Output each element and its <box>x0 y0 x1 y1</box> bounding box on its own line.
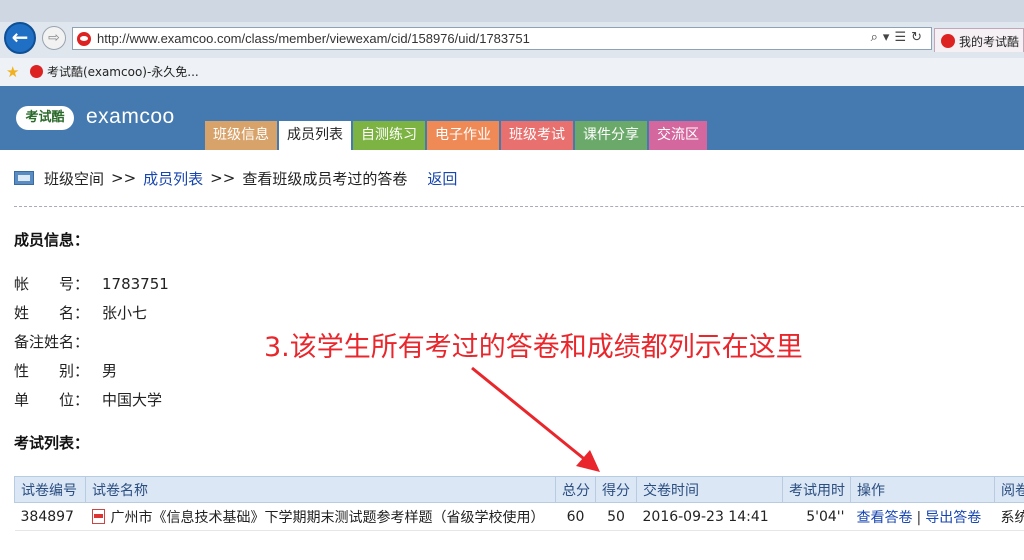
member-info-label: 性 别： <box>14 362 90 380</box>
favorite-link[interactable]: 考试酷(examcoo)-永久免... <box>30 63 199 80</box>
member-info-value: 男 <box>102 362 118 380</box>
exam-actions: 查看答卷 | 导出答卷 <box>850 502 995 531</box>
breadcrumb-current: 查看班级成员考过的答卷 <box>242 169 408 188</box>
column-header[interactable]: 总分 <box>555 476 596 503</box>
member-info-row: 性 别： 男 <box>14 360 117 381</box>
menu-item-5[interactable]: 课件分享 <box>575 121 647 150</box>
menu-item-2[interactable]: 自测练习 <box>353 121 425 150</box>
column-header[interactable]: 交卷时间 <box>636 476 783 503</box>
exam-score: 50 <box>595 502 637 531</box>
address-url: http://www.examcoo.com/class/member/view… <box>97 31 530 46</box>
member-info-value: 中国大学 <box>102 391 163 409</box>
breadcrumb: 班级空间 >> 成员列表 >> 查看班级成员考过的答卷 返回 <box>14 167 457 189</box>
breadcrumb-members-link[interactable]: 成员列表 <box>143 168 203 189</box>
exam-total: 60 <box>555 502 596 531</box>
exam-table-header: 试卷编号试卷名称总分得分交卷时间考试用时操作阅卷 <box>14 476 1024 503</box>
document-icon <box>91 508 105 524</box>
favorites-star-icon[interactable]: ★ <box>6 63 19 81</box>
tab-favicon-icon <box>941 34 955 48</box>
action-separator: | <box>916 509 922 526</box>
member-info-value: 1783751 <box>102 275 169 293</box>
member-info-row: 帐 号： 1783751 <box>14 273 169 294</box>
member-info-value: 张小七 <box>102 304 148 322</box>
breadcrumb-separator: >> <box>210 169 236 187</box>
exam-grader: 系统 <box>994 502 1024 531</box>
favorites-bar: ★ 考试酷(examcoo)-永久免... <box>0 58 1024 86</box>
member-info-row: 姓 名： 张小七 <box>14 302 147 323</box>
annotation-text: 3.该学生所有考过的答卷和成绩都列示在这里 <box>264 332 803 363</box>
view-answer-link[interactable]: 查看答卷 <box>857 510 913 526</box>
exam-name[interactable]: 广州市《信息技术基础》下学期期末测试题参考样题（省级学校使用） <box>111 510 545 526</box>
column-header[interactable]: 试卷编号 <box>14 476 86 503</box>
menu-item-4[interactable]: 班级考试 <box>501 121 573 150</box>
site-logo[interactable]: 考试酷 <box>16 106 74 130</box>
member-info-label: 帐 号： <box>14 275 90 293</box>
site-logo-text[interactable]: examcoo <box>86 105 175 129</box>
back-button[interactable]: ← <box>4 22 36 54</box>
breadcrumb-home[interactable]: 班级空间 <box>44 168 104 189</box>
menu-item-6[interactable]: 交流区 <box>649 121 707 150</box>
exam-duration: 5'04'' <box>782 502 851 531</box>
favorite-favicon-icon <box>30 65 43 78</box>
site-favicon-icon <box>77 32 91 46</box>
member-info-title: 成员信息： <box>14 231 90 249</box>
exam-name-cell[interactable]: 广州市《信息技术基础》下学期期末测试题参考样题（省级学校使用） <box>85 502 556 531</box>
menu-item-3[interactable]: 电子作业 <box>427 121 499 150</box>
column-header[interactable]: 阅卷 <box>994 476 1024 503</box>
divider <box>14 206 1024 207</box>
column-header[interactable]: 试卷名称 <box>85 476 556 503</box>
menu-item-0[interactable]: 班级信息 <box>205 121 277 150</box>
favorite-label: 考试酷(examcoo)-永久免... <box>47 65 199 79</box>
exam-table: 试卷编号试卷名称总分得分交卷时间考试用时操作阅卷 384897 广州市《信息技术基… <box>14 476 1024 531</box>
address-bar[interactable]: http://www.examcoo.com/class/member/view… <box>72 27 932 50</box>
class-space-icon <box>14 171 34 185</box>
export-answer-link[interactable]: 导出答卷 <box>925 510 981 526</box>
table-row: 384897 广州市《信息技术基础》下学期期末测试题参考样题（省级学校使用） 60 5… <box>14 502 1024 531</box>
column-header[interactable]: 操作 <box>850 476 995 503</box>
exam-list-title: 考试列表： <box>14 434 90 452</box>
address-tools-icon[interactable]: ⌕▾☰↻ <box>871 30 927 45</box>
exam-submitted: 2016-09-23 14:41 <box>636 502 783 531</box>
member-info-row: 单 位： 中国大学 <box>14 389 162 410</box>
browser-tab-label: 我的考试酷 <box>959 35 1020 49</box>
breadcrumb-separator: >> <box>111 169 137 187</box>
annotation-arrow-icon <box>471 366 600 472</box>
forward-button[interactable]: ⇨ <box>42 26 66 50</box>
member-info-row: 备注姓名： <box>14 331 102 352</box>
column-header[interactable]: 得分 <box>595 476 637 503</box>
menu-item-1[interactable]: 成员列表 <box>279 121 351 150</box>
member-info-label: 姓 名： <box>14 304 90 322</box>
back-link[interactable]: 返回 <box>427 168 457 189</box>
browser-tabstrip <box>0 0 1024 22</box>
exam-id: 384897 <box>14 502 86 531</box>
column-header[interactable]: 考试用时 <box>782 476 851 503</box>
member-info-label: 备注姓名： <box>14 333 90 351</box>
member-info-label: 单 位： <box>14 391 90 409</box>
main-menu: 班级信息 成员列表 自测练习 电子作业 班级考试 课件分享 交流区 <box>205 121 709 150</box>
browser-tab[interactable]: 我的考试酷 <box>934 28 1024 52</box>
browser-chrome: ← ⇨ http://www.examcoo.com/class/member/… <box>0 0 1024 86</box>
